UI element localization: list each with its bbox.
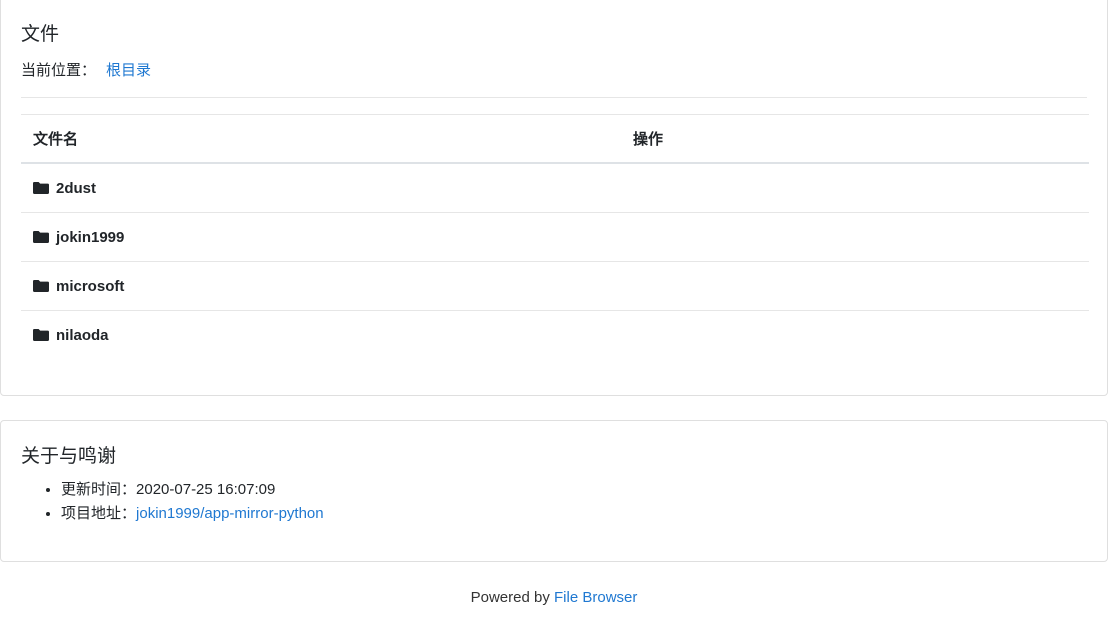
list-item-project-address: 项目地址：jokin1999/app-mirror-python bbox=[61, 502, 324, 526]
files-title: 文件 bbox=[21, 24, 60, 45]
folder-name[interactable]: nilaoda bbox=[56, 327, 109, 344]
filename-cell[interactable]: microsoft bbox=[21, 261, 621, 311]
about-title: 关于与鸣谢 bbox=[21, 446, 117, 467]
folder-icon bbox=[33, 279, 49, 292]
table-header-row: 文件名 操作 bbox=[21, 114, 1089, 164]
divider bbox=[21, 97, 1087, 98]
files-card: 文件 当前位置： 根目录 文件名 操作 2dust jokin1999 micr… bbox=[0, 0, 1108, 396]
about-card: 关于与鸣谢 更新时间：2020-07-25 16:07:09 项目地址：joki… bbox=[0, 420, 1108, 562]
folder-icon bbox=[33, 328, 49, 341]
table-row[interactable]: 2dust bbox=[21, 163, 1089, 213]
folder-icon bbox=[33, 230, 49, 243]
column-header-filename: 文件名 bbox=[21, 114, 621, 164]
table-row[interactable]: jokin1999 bbox=[21, 212, 1089, 262]
actions-cell bbox=[621, 311, 1089, 360]
list-item-updated-time: 更新时间：2020-07-25 16:07:09 bbox=[61, 478, 324, 502]
footer-prefix: Powered by bbox=[470, 589, 550, 606]
actions-cell bbox=[621, 163, 1089, 213]
folder-name[interactable]: jokin1999 bbox=[56, 229, 124, 246]
updated-time-value: 2020-07-25 16:07:09 bbox=[136, 481, 276, 498]
filename-cell[interactable]: nilaoda bbox=[21, 311, 621, 360]
project-address-link[interactable]: jokin1999/app-mirror-python bbox=[136, 505, 324, 522]
folder-icon bbox=[33, 181, 49, 194]
filename-cell[interactable]: 2dust bbox=[21, 163, 621, 213]
actions-cell bbox=[621, 212, 1089, 262]
footer: Powered by File Browser bbox=[0, 589, 1108, 606]
folder-name[interactable]: 2dust bbox=[56, 180, 96, 197]
breadcrumb-root-link[interactable]: 根目录 bbox=[106, 62, 151, 79]
about-list: 更新时间：2020-07-25 16:07:09 项目地址：jokin1999/… bbox=[21, 478, 324, 526]
project-address-label: 项目地址： bbox=[61, 505, 137, 522]
folder-name[interactable]: microsoft bbox=[56, 278, 124, 295]
filename-cell[interactable]: jokin1999 bbox=[21, 212, 621, 262]
column-header-actions: 操作 bbox=[621, 114, 1089, 164]
table-row[interactable]: microsoft bbox=[21, 261, 1089, 311]
file-browser-link[interactable]: File Browser bbox=[554, 589, 637, 606]
table-row[interactable]: nilaoda bbox=[21, 311, 1089, 360]
actions-cell bbox=[621, 261, 1089, 311]
updated-time-label: 更新时间： bbox=[61, 481, 137, 498]
file-table: 文件名 操作 2dust jokin1999 microsoft nilaoda bbox=[21, 114, 1089, 359]
breadcrumb-label: 当前位置： bbox=[21, 62, 97, 79]
breadcrumb: 当前位置： 根目录 bbox=[21, 59, 151, 80]
